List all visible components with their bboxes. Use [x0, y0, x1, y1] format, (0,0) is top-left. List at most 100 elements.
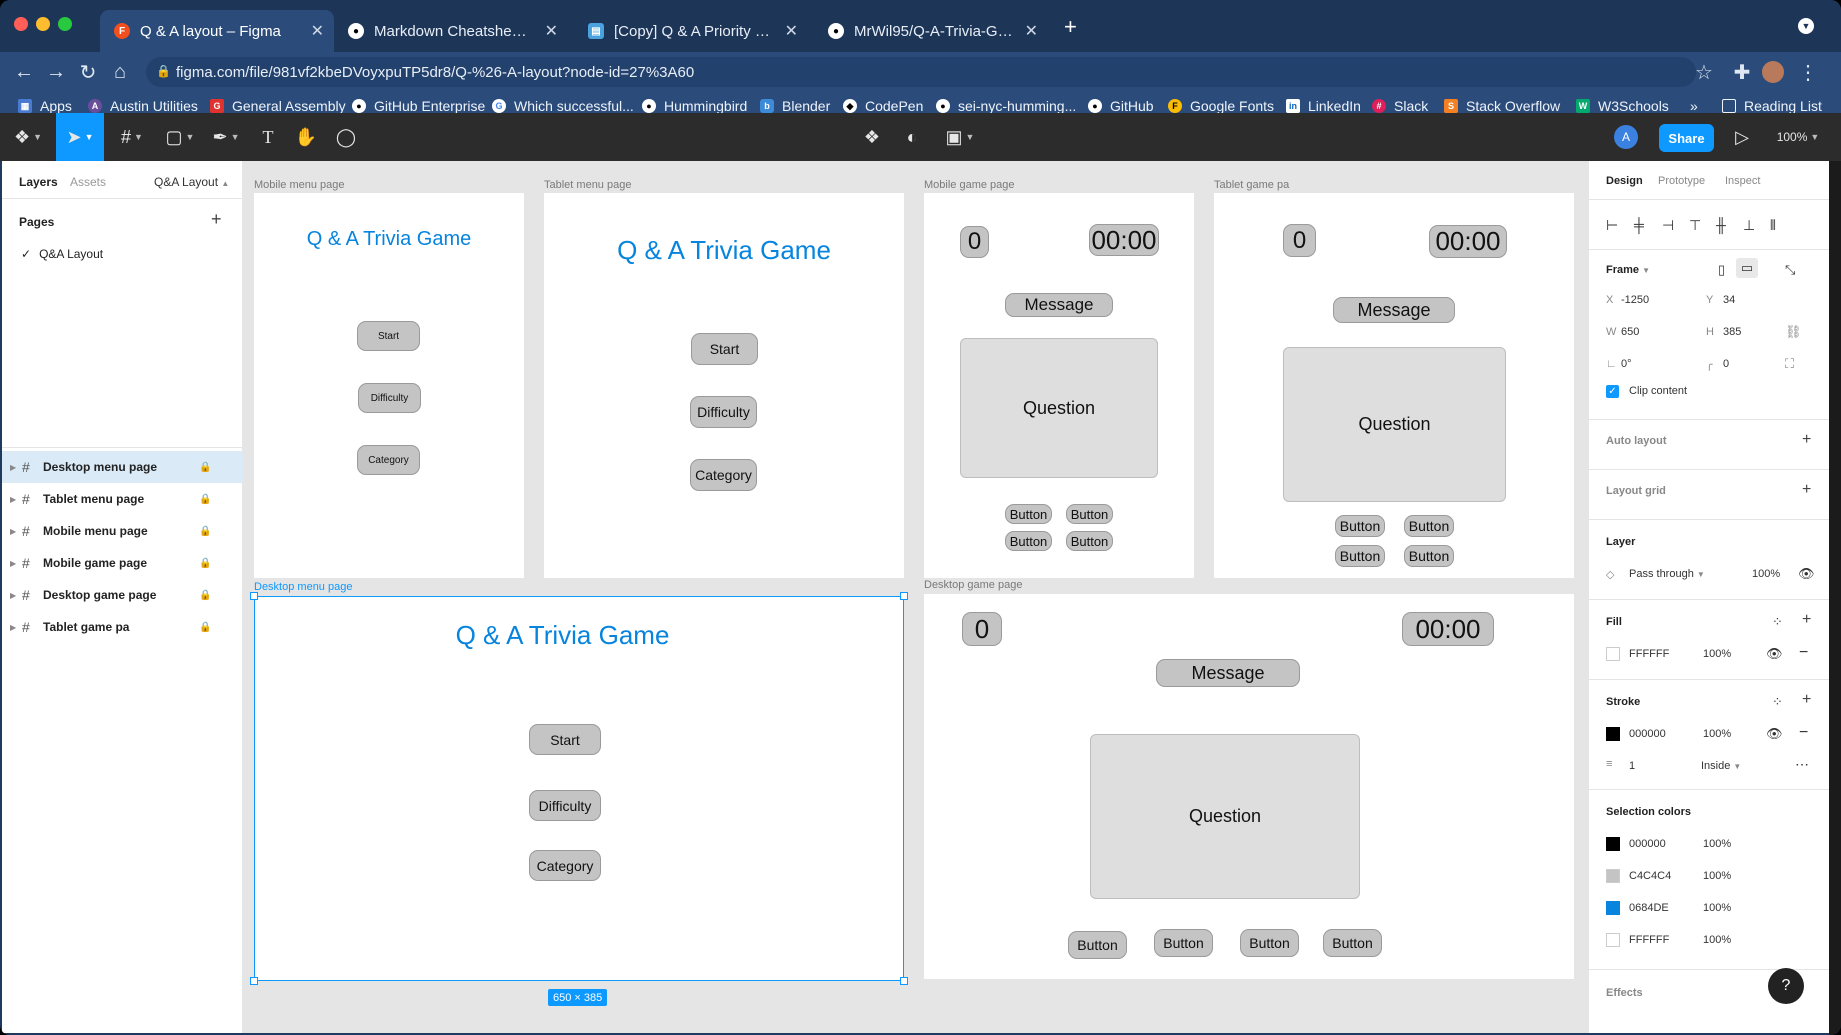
- answer-button[interactable]: Button: [1240, 929, 1299, 957]
- kebab-menu-icon[interactable]: ⋮: [1794, 58, 1822, 86]
- bookmark-general-assembly[interactable]: G General Assembly: [210, 98, 346, 114]
- frame-tablet-game[interactable]: 0 00:00 Message Question Button Button B…: [1214, 193, 1574, 578]
- move-tool-button[interactable]: ➤ ▼: [56, 113, 104, 161]
- tab-figma[interactable]: F Q & A layout – Figma ✕: [100, 10, 334, 52]
- resize-handle[interactable]: [250, 977, 258, 985]
- reload-icon[interactable]: ↻: [74, 58, 102, 86]
- w-field[interactable]: 650: [1621, 326, 1639, 338]
- forward-icon[interactable]: →: [42, 58, 70, 86]
- answer-button[interactable]: Button: [1323, 929, 1382, 957]
- main-menu-button[interactable]: ❖ ▼: [6, 113, 50, 161]
- category-button[interactable]: Category: [690, 459, 757, 491]
- expand-arrow-icon[interactable]: ▶: [10, 527, 16, 536]
- components-button[interactable]: ❖: [852, 113, 892, 161]
- start-button[interactable]: Start: [357, 321, 420, 351]
- frame-label-tablet-game[interactable]: Tablet game pa: [1214, 179, 1289, 191]
- url-input[interactable]: 🔒 figma.com/file/981vf2kbeDVoyxpuTP5dr8/…: [146, 57, 1696, 87]
- category-button[interactable]: Category: [529, 850, 601, 881]
- lock-icon[interactable]: 🔒: [199, 590, 211, 601]
- mask-button[interactable]: ◐: [892, 113, 932, 161]
- frame-desktop-game[interactable]: 0 00:00 Message Question Button Button B…: [924, 594, 1574, 979]
- lock-icon[interactable]: 🔒: [199, 622, 211, 633]
- bookmark-sei-nyc[interactable]: ● sei-nyc-humming...: [936, 98, 1076, 114]
- selection-color-swatch[interactable]: [1606, 837, 1620, 851]
- bookmark-codepen[interactable]: ◆ CodePen: [843, 98, 923, 114]
- bookmark-slack[interactable]: # Slack: [1372, 98, 1428, 114]
- tab-markdown[interactable]: ● Markdown Cheatsheet · adam- ✕: [334, 10, 568, 52]
- tab-search-icon[interactable]: ▼: [1798, 18, 1814, 34]
- text-tool-button[interactable]: T: [248, 113, 288, 161]
- selection-color-hex[interactable]: C4C4C4: [1629, 870, 1671, 882]
- landscape-icon[interactable]: ▭: [1736, 258, 1758, 278]
- add-stroke-button[interactable]: +: [1802, 691, 1811, 709]
- bookmarks-overflow-button[interactable]: »: [1690, 98, 1698, 114]
- bookmark-google-fonts[interactable]: F Google Fonts: [1168, 98, 1274, 114]
- close-icon[interactable]: ✕: [1025, 21, 1038, 41]
- align-left-icon[interactable]: ⊢: [1606, 217, 1618, 234]
- difficulty-button[interactable]: Difficulty: [529, 790, 601, 821]
- x-field[interactable]: -1250: [1621, 294, 1649, 306]
- frame-label-tablet-menu[interactable]: Tablet menu page: [544, 179, 631, 191]
- tab-design[interactable]: Design: [1606, 175, 1643, 187]
- distribute-icon[interactable]: ⫴: [1770, 217, 1776, 234]
- selection-color-hex[interactable]: FFFFFF: [1629, 934, 1669, 946]
- hand-tool-button[interactable]: ✋: [286, 113, 326, 161]
- back-icon[interactable]: ←: [10, 58, 38, 86]
- close-icon[interactable]: ✕: [785, 21, 798, 41]
- visibility-eye-icon[interactable]: 👁: [1766, 726, 1783, 742]
- resize-handle[interactable]: [900, 977, 908, 985]
- category-button[interactable]: Category: [357, 445, 420, 475]
- tab-github-repo[interactable]: ● MrWil95/Q-A-Trivia-Game ✕: [814, 10, 1048, 52]
- answer-button[interactable]: Button: [1335, 515, 1385, 537]
- home-icon[interactable]: ⌂: [106, 58, 134, 86]
- selection-color-swatch[interactable]: [1606, 933, 1620, 947]
- stroke-swatch[interactable]: [1606, 727, 1620, 741]
- layer-desktop-game-page[interactable]: ▶ # Desktop game page 🔒: [2, 579, 243, 611]
- answer-button[interactable]: Button: [1005, 504, 1052, 524]
- new-tab-button[interactable]: +: [1064, 14, 1077, 40]
- selection-color-opacity[interactable]: 100%: [1703, 934, 1731, 946]
- remove-stroke-icon[interactable]: −: [1799, 724, 1808, 742]
- lock-icon[interactable]: 🔒: [199, 526, 211, 537]
- stroke-position-dropdown[interactable]: Inside ▼: [1701, 760, 1741, 772]
- bookmark-apps[interactable]: ▦ Apps: [18, 98, 72, 114]
- stroke-hex-field[interactable]: 000000: [1629, 728, 1666, 740]
- close-icon[interactable]: ✕: [545, 21, 558, 41]
- bookmark-github[interactable]: ● GitHub: [1088, 98, 1154, 114]
- close-icon[interactable]: ✕: [311, 21, 324, 41]
- layer-tablet-menu-page[interactable]: ▶ # Tablet menu page 🔒: [2, 483, 243, 515]
- stroke-weight-field[interactable]: 1: [1629, 760, 1635, 772]
- close-window-button[interactable]: [14, 17, 28, 31]
- answer-button[interactable]: Button: [1154, 929, 1213, 957]
- answer-button[interactable]: Button: [1404, 545, 1454, 567]
- resize-handle[interactable]: [900, 592, 908, 600]
- visibility-eye-icon[interactable]: 👁: [1766, 646, 1783, 662]
- boolean-button[interactable]: ▣ ▼: [936, 113, 984, 161]
- remove-fill-icon[interactable]: −: [1799, 644, 1808, 662]
- frame-dropdown[interactable]: Frame ▼: [1606, 264, 1650, 276]
- comment-tool-button[interactable]: ◯: [326, 113, 366, 161]
- tab-layers[interactable]: Layers: [19, 175, 58, 189]
- bookmark-stack-overflow[interactable]: S Stack Overflow: [1444, 98, 1560, 114]
- independent-corners-icon[interactable]: ⛶: [1785, 356, 1794, 372]
- add-fill-button[interactable]: +: [1802, 611, 1811, 629]
- zoom-dropdown[interactable]: 100% ▼: [1770, 113, 1826, 161]
- tab-inspect[interactable]: Inspect: [1725, 175, 1760, 187]
- shape-tool-button[interactable]: ▢ ▼: [158, 113, 202, 161]
- layer-mobile-menu-page[interactable]: ▶ # Mobile menu page 🔒: [2, 515, 243, 547]
- answer-button[interactable]: Button: [1404, 515, 1454, 537]
- lock-icon[interactable]: 🔒: [199, 494, 211, 505]
- more-options-icon[interactable]: ⋯: [1795, 756, 1809, 773]
- layer-opacity-field[interactable]: 100%: [1752, 568, 1780, 580]
- reading-list-button[interactable]: Reading List: [1722, 98, 1822, 114]
- difficulty-button[interactable]: Difficulty: [358, 383, 421, 413]
- start-button[interactable]: Start: [529, 724, 601, 755]
- selection-color-opacity[interactable]: 100%: [1703, 870, 1731, 882]
- portrait-icon[interactable]: ▯: [1718, 262, 1725, 278]
- layer-tablet-game-page[interactable]: ▶ # Tablet game pa 🔒: [2, 611, 243, 643]
- pen-tool-button[interactable]: ✒ ▼: [204, 113, 248, 161]
- frame-label-desktop-menu[interactable]: Desktop menu page: [254, 581, 352, 593]
- resize-to-fit-icon[interactable]: ⤡: [1785, 262, 1795, 278]
- clip-content-checkbox[interactable]: ✓: [1606, 385, 1619, 398]
- h-field[interactable]: 385: [1723, 326, 1741, 338]
